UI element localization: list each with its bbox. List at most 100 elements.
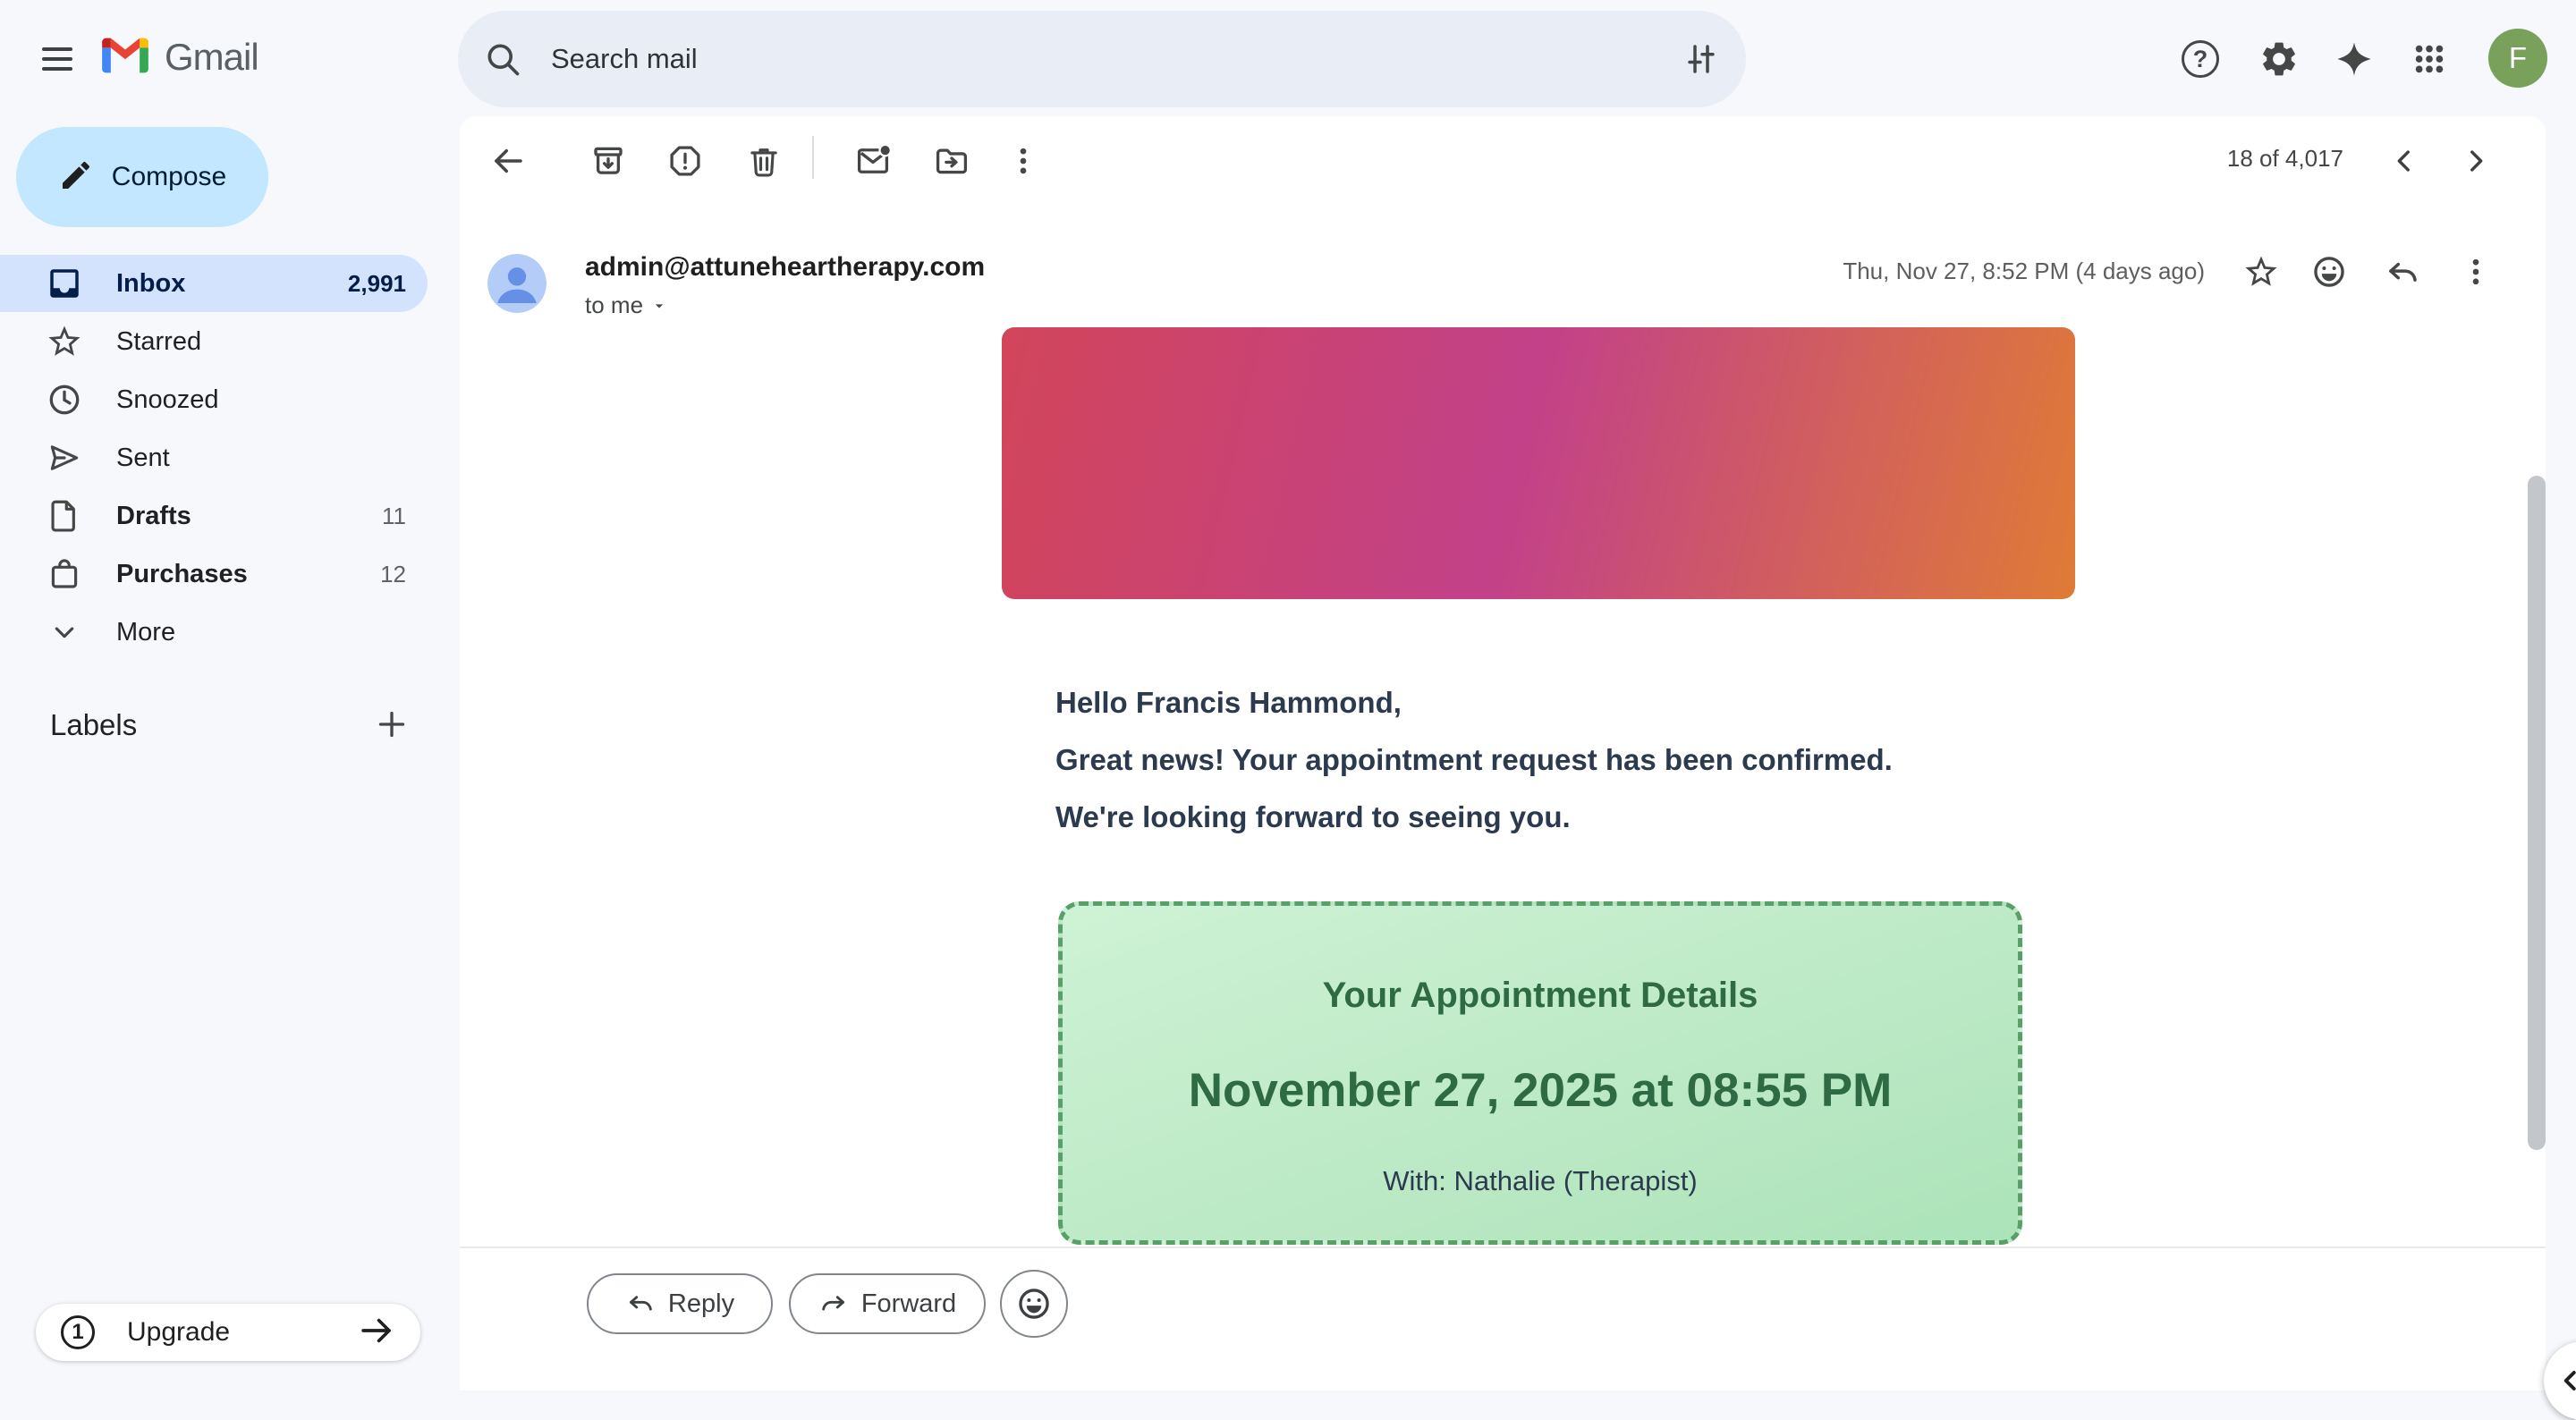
chevron-down-icon bbox=[45, 613, 84, 652]
add-reaction-button[interactable] bbox=[1000, 1270, 1068, 1338]
gmail-app: Gmail ? bbox=[0, 0, 2576, 1390]
add-label-button[interactable] bbox=[365, 697, 419, 751]
sidebar-item-count: 2,991 bbox=[348, 270, 406, 298]
gmail-logo: Gmail bbox=[100, 32, 258, 82]
toolbar-divider bbox=[812, 136, 814, 179]
compose-button[interactable]: Compose bbox=[16, 127, 268, 227]
caret-down-icon bbox=[650, 297, 668, 315]
search-bar[interactable] bbox=[458, 11, 1746, 107]
star-icon bbox=[45, 322, 84, 361]
settings-button[interactable] bbox=[2247, 27, 2311, 91]
upgrade-button[interactable]: 1 Upgrade bbox=[36, 1304, 420, 1361]
mail-unread-icon bbox=[854, 142, 892, 180]
forward-label: Forward bbox=[861, 1289, 956, 1319]
gmail-logo-text: Gmail bbox=[165, 36, 258, 79]
report-spam-button[interactable] bbox=[653, 129, 717, 193]
labels-header: Labels bbox=[50, 708, 137, 742]
forward-button[interactable]: Forward bbox=[789, 1273, 986, 1334]
reply-icon-button[interactable] bbox=[2370, 240, 2435, 304]
back-button[interactable] bbox=[476, 129, 540, 193]
message-more-button[interactable] bbox=[2444, 240, 2508, 304]
body-line: Great news! Your appointment request has… bbox=[1055, 731, 2182, 789]
details-therapist: With: Nathalie (Therapist) bbox=[1063, 1165, 2018, 1197]
recipient-label: to me bbox=[585, 292, 643, 319]
recipient-dropdown[interactable]: to me bbox=[585, 292, 668, 319]
more-options-button[interactable] bbox=[991, 129, 1055, 193]
delete-button[interactable] bbox=[732, 129, 796, 193]
profile-avatar[interactable]: F bbox=[2488, 29, 2547, 88]
sidebar-item-label: Starred bbox=[116, 327, 201, 357]
emoji-reaction-button[interactable] bbox=[2297, 240, 2361, 304]
shopping-bag-icon bbox=[45, 554, 84, 594]
help-button[interactable]: ? bbox=[2168, 27, 2233, 91]
email-body-text: Hello Francis Hammond, Great news! Your … bbox=[1055, 674, 2182, 846]
reply-label: Reply bbox=[668, 1289, 734, 1319]
chevron-left-icon bbox=[2389, 146, 2419, 176]
sidebar-item-starred[interactable]: Starred bbox=[0, 313, 428, 370]
hamburger-icon bbox=[42, 47, 72, 71]
sidebar-item-label: More bbox=[116, 618, 175, 647]
search-input[interactable] bbox=[551, 43, 1673, 75]
pencil-icon bbox=[58, 157, 94, 198]
sidebar-item-inbox[interactable]: Inbox 2,991 bbox=[0, 255, 428, 312]
tune-icon[interactable] bbox=[1673, 30, 1730, 88]
sidebar-item-purchases[interactable]: Purchases 12 bbox=[0, 545, 428, 603]
chevron-right-icon bbox=[2461, 146, 2491, 176]
arrow-right-icon bbox=[358, 1312, 395, 1354]
gemini-sparkle-icon bbox=[2334, 39, 2374, 79]
menu-button[interactable] bbox=[25, 27, 89, 91]
sidebar-item-label: Sent bbox=[116, 444, 170, 473]
older-email-button[interactable] bbox=[2444, 129, 2508, 193]
upgrade-label: Upgrade bbox=[127, 1317, 230, 1348]
clock-icon bbox=[45, 380, 84, 419]
emoji-icon bbox=[2310, 253, 2348, 291]
gear-icon bbox=[2258, 38, 2300, 80]
help-icon: ? bbox=[2182, 40, 2219, 78]
more-vertical-icon bbox=[2458, 254, 2494, 290]
sidebar-item-label: Purchases bbox=[116, 560, 248, 589]
sidebar-item-count: 12 bbox=[380, 561, 406, 588]
sender-avatar[interactable] bbox=[487, 254, 547, 313]
folder-move-icon bbox=[933, 142, 970, 180]
star-icon bbox=[2242, 253, 2280, 291]
content-footer-divider bbox=[460, 1247, 2546, 1248]
reply-arrow-icon bbox=[625, 1289, 656, 1319]
sidebar-item-sent[interactable]: Sent bbox=[0, 429, 428, 486]
mark-unread-button[interactable] bbox=[841, 129, 905, 193]
details-title: Your Appointment Details bbox=[1063, 976, 2018, 1016]
sidebar-item-snoozed[interactable]: Snoozed bbox=[0, 371, 428, 428]
body-line: We're looking forward to seeing you. bbox=[1055, 789, 2182, 846]
sidebar-item-count: 11 bbox=[382, 503, 406, 530]
google-one-icon: 1 bbox=[61, 1315, 95, 1349]
show-side-panel-button[interactable] bbox=[2544, 1341, 2576, 1420]
sidebar-item-label: Drafts bbox=[116, 502, 191, 531]
sender-email[interactable]: admin@attuneheartherapy.com bbox=[585, 252, 985, 283]
chevron-left-icon bbox=[2555, 1365, 2576, 1397]
apps-button[interactable] bbox=[2397, 27, 2462, 91]
move-to-button[interactable] bbox=[919, 129, 984, 193]
forward-arrow-icon bbox=[818, 1289, 849, 1319]
trash-icon bbox=[745, 142, 783, 180]
details-datetime: November 27, 2025 at 08:55 PM bbox=[1063, 1063, 2018, 1118]
archive-icon bbox=[589, 142, 627, 180]
archive-button[interactable] bbox=[576, 129, 640, 193]
gemini-button[interactable] bbox=[2322, 27, 2386, 91]
draft-icon bbox=[45, 496, 84, 536]
report-spam-icon bbox=[666, 142, 704, 180]
sidebar-item-drafts[interactable]: Drafts 11 bbox=[0, 487, 428, 545]
newer-email-button[interactable] bbox=[2372, 129, 2436, 193]
appointment-details-card: Your Appointment Details November 27, 20… bbox=[1058, 901, 2022, 1245]
inbox-icon bbox=[45, 264, 84, 303]
email-banner: Appointment Confirmed! Your therapy sess… bbox=[1002, 327, 2075, 599]
scrollbar-thumb[interactable] bbox=[2528, 476, 2546, 1150]
sidebar-item-more[interactable]: More bbox=[0, 604, 428, 661]
star-email-button[interactable] bbox=[2229, 240, 2293, 304]
person-icon bbox=[487, 254, 547, 313]
back-arrow-icon bbox=[489, 142, 527, 180]
reply-button[interactable]: Reply bbox=[587, 1273, 773, 1334]
body-line: Hello Francis Hammond, bbox=[1055, 674, 2182, 731]
more-vertical-icon bbox=[1005, 143, 1041, 179]
compose-label: Compose bbox=[112, 162, 226, 192]
search-icon[interactable] bbox=[474, 30, 531, 88]
gmail-m-icon bbox=[100, 36, 150, 80]
